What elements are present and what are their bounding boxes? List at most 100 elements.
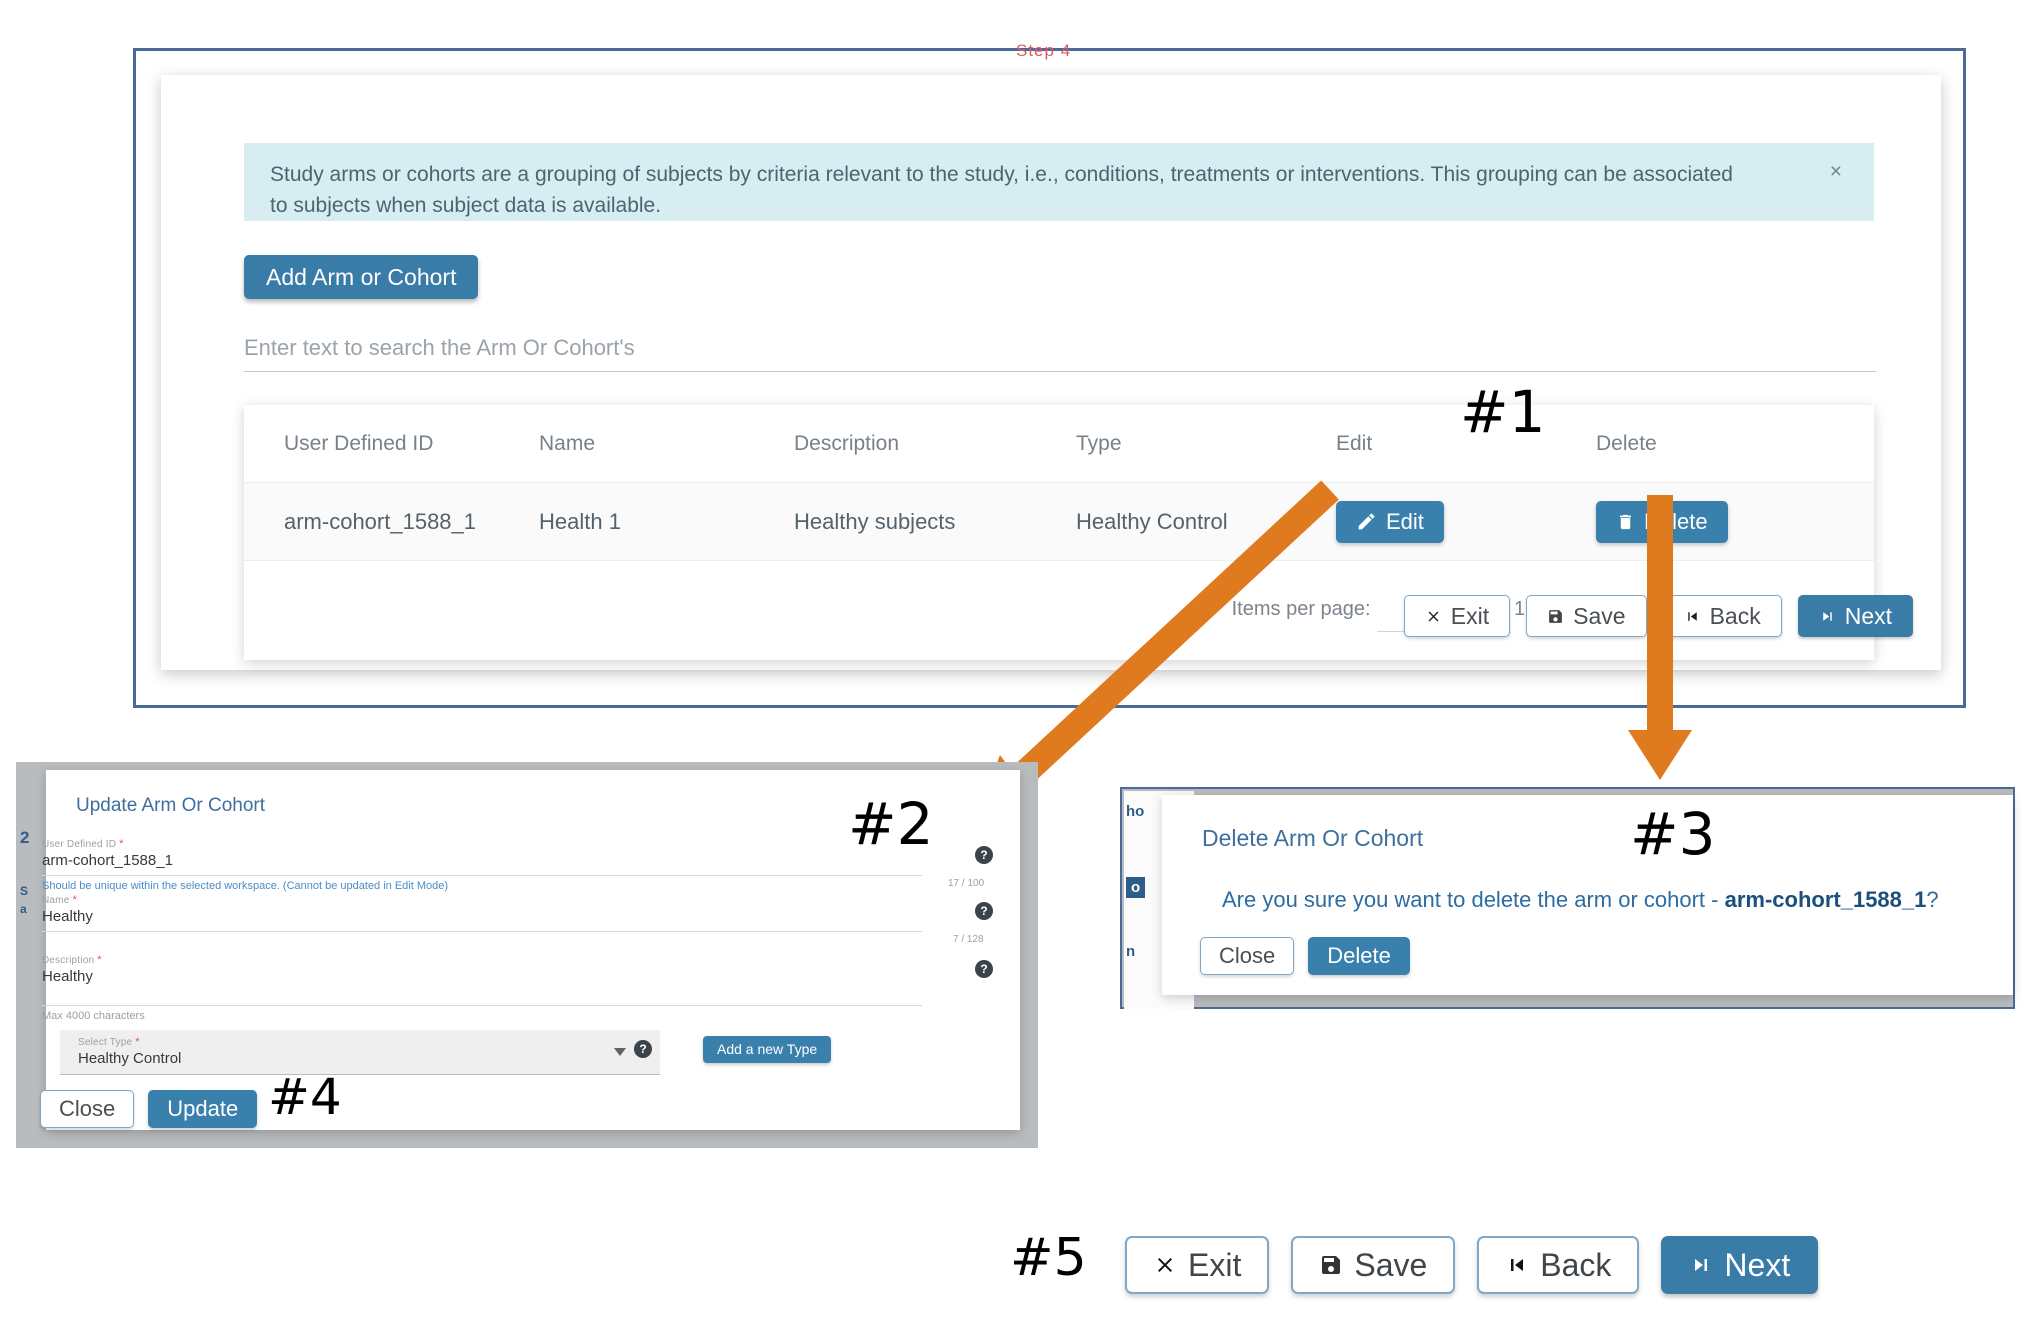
bg-fragment-1: 2 bbox=[20, 828, 30, 847]
bg-fragment-1: ho bbox=[1126, 803, 1145, 820]
delete-arm-or-cohort-dialog: Delete Arm Or Cohort Are you sure you wa… bbox=[1162, 795, 2013, 995]
bottom-exit-button[interactable]: Exit bbox=[1125, 1236, 1270, 1294]
bottom-next-label: Next bbox=[1724, 1246, 1791, 1283]
description-hint: Max 4000 characters bbox=[42, 1010, 145, 1022]
next-button[interactable]: Next bbox=[1797, 595, 1913, 637]
select-type-underline bbox=[60, 1074, 660, 1075]
bottom-save-button[interactable]: Save bbox=[1291, 1236, 1456, 1294]
save-button-label: Save bbox=[1573, 602, 1626, 629]
column-header-delete: Delete bbox=[1596, 431, 1657, 455]
delete-button-label: Delete bbox=[1644, 508, 1708, 534]
cell-name: Health 1 bbox=[539, 508, 621, 534]
main-card: Study arms or cohorts are a grouping of … bbox=[161, 75, 1941, 670]
step-label: Step 4 bbox=[1016, 41, 1072, 60]
floppy-disk-icon bbox=[1549, 609, 1562, 623]
info-banner: Study arms or cohorts are a grouping of … bbox=[244, 143, 1874, 221]
column-header-type: Type bbox=[1076, 431, 1122, 455]
bottom-next-button[interactable]: Next bbox=[1661, 1236, 1819, 1294]
table-header-row: User Defined ID Name Description Type Ed… bbox=[244, 405, 1874, 483]
help-icon[interactable]: ? bbox=[634, 1040, 652, 1058]
select-type-label: Select Type * bbox=[78, 1036, 140, 1048]
trash-icon bbox=[1619, 514, 1632, 529]
name-value[interactable]: Healthy bbox=[42, 906, 922, 925]
cell-edit: Edit bbox=[1336, 500, 1596, 543]
update-dialog-footer: Close Update bbox=[40, 1090, 258, 1128]
add-arm-or-cohort-button[interactable]: Add Arm or Cohort bbox=[244, 255, 479, 299]
bottom-button-bar: Exit Save Back Next bbox=[1125, 1236, 1819, 1294]
required-marker: * bbox=[135, 1036, 140, 1048]
delete-dialog-close-button[interactable]: Close bbox=[1200, 937, 1295, 975]
info-banner-text: Study arms or cohorts are a grouping of … bbox=[270, 163, 1733, 217]
update-dialog-close-button[interactable]: Close bbox=[40, 1090, 135, 1128]
name-field[interactable]: Name * Healthy bbox=[42, 894, 922, 932]
save-button[interactable]: Save bbox=[1526, 595, 1647, 637]
user-defined-id-field[interactable]: User Defined ID * arm-cohort_1588_1 Shou… bbox=[42, 838, 922, 892]
cell-description: Healthy subjects bbox=[794, 508, 956, 534]
edit-button-label: Edit bbox=[1386, 508, 1424, 534]
bottom-back-label: Back bbox=[1540, 1246, 1612, 1283]
bg-fragment-2: S bbox=[20, 884, 29, 898]
delete-arm-or-cohort-dialog-frame: ho o n Delete Arm Or Cohort Are you sure… bbox=[1120, 787, 2015, 1009]
exit-button-label: Exit bbox=[1450, 602, 1490, 629]
marker-3: #3 bbox=[1630, 800, 1716, 868]
user-defined-id-hint: Should be unique within the selected wor… bbox=[42, 880, 449, 892]
update-dialog-update-button[interactable]: Update bbox=[148, 1090, 258, 1128]
back-button[interactable]: Back bbox=[1662, 595, 1782, 637]
description-field[interactable]: Description * Healthy Max 4000 character… bbox=[42, 954, 922, 1022]
skip-next-icon bbox=[1695, 1259, 1708, 1271]
skip-previous-icon bbox=[1511, 1259, 1524, 1271]
cell-user-defined-id: arm-cohort_1588_1 bbox=[284, 508, 477, 534]
marker-5: #5 bbox=[1010, 1228, 1087, 1288]
delete-dialog-title: Delete Arm Or Cohort bbox=[1202, 825, 1424, 851]
pencil-icon bbox=[1358, 513, 1375, 530]
marker-2: #2 bbox=[848, 790, 934, 858]
select-type-field[interactable]: Select Type * Healthy Control bbox=[60, 1030, 660, 1074]
bottom-back-button[interactable]: Back bbox=[1477, 1236, 1640, 1294]
main-panel: Step 4 Study arms or cohorts are a group… bbox=[133, 41, 1966, 708]
user-defined-id-value[interactable]: arm-cohort_1588_1 bbox=[42, 850, 922, 869]
table-row[interactable]: arm-cohort_1588_1 Health 1 Healthy subje… bbox=[244, 483, 1874, 561]
marker-1: #1 bbox=[1460, 378, 1546, 446]
column-header-description: Description bbox=[794, 431, 900, 455]
edit-button[interactable]: Edit bbox=[1336, 500, 1444, 543]
skip-previous-icon bbox=[1687, 611, 1697, 621]
select-type-value: Healthy Control bbox=[78, 1050, 182, 1067]
help-icon[interactable]: ? bbox=[975, 960, 993, 978]
bg-fragment-3: a bbox=[20, 902, 27, 916]
required-marker: * bbox=[119, 838, 124, 850]
add-a-new-type-button[interactable]: Add a new Type bbox=[703, 1036, 832, 1063]
delete-button[interactable]: Delete bbox=[1596, 500, 1728, 543]
skip-next-icon bbox=[1822, 611, 1832, 621]
x-icon bbox=[1158, 1258, 1172, 1272]
field-underline bbox=[42, 931, 922, 932]
delete-dialog-delete-button[interactable]: Delete bbox=[1308, 937, 1410, 975]
search-field[interactable]: Enter text to search the Arm Or Cohort's bbox=[244, 335, 1876, 372]
name-label: Name * bbox=[42, 894, 77, 906]
delete-dialog-message: Are you sure you want to delete the arm … bbox=[1222, 887, 1939, 913]
cell-type: Healthy Control bbox=[1076, 508, 1228, 534]
delete-message-target: arm-cohort_1588_1 bbox=[1724, 887, 1927, 912]
items-per-page-label: Items per page: bbox=[1231, 597, 1371, 620]
column-header-name: Name bbox=[539, 431, 596, 455]
description-value[interactable]: Healthy bbox=[42, 966, 922, 985]
next-button-label: Next bbox=[1844, 602, 1892, 629]
update-dialog-title: Update Arm Or Cohort bbox=[76, 795, 266, 816]
marker-4: #4 bbox=[268, 1068, 342, 1126]
chevron-down-icon[interactable] bbox=[614, 1048, 626, 1056]
help-icon[interactable]: ? bbox=[975, 902, 993, 920]
bg-fragment-3: n bbox=[1126, 943, 1136, 960]
bottom-exit-label: Exit bbox=[1188, 1246, 1242, 1283]
help-icon[interactable]: ? bbox=[975, 846, 993, 864]
close-icon[interactable]: × bbox=[1830, 161, 1842, 182]
required-marker: * bbox=[72, 894, 77, 906]
name-counter: 7 / 128 bbox=[953, 934, 984, 945]
search-underline bbox=[244, 371, 1876, 372]
floppy-disk-icon bbox=[1322, 1256, 1341, 1274]
delete-message-prefix: Are you sure you want to delete the arm … bbox=[1222, 887, 1725, 912]
exit-button[interactable]: Exit bbox=[1403, 595, 1511, 637]
panel-footer: Exit Save Back Next bbox=[1403, 595, 1913, 637]
cell-delete: Delete bbox=[1596, 500, 1856, 543]
search-input[interactable]: Enter text to search the Arm Or Cohort's bbox=[244, 335, 1876, 371]
required-marker: * bbox=[97, 954, 102, 966]
back-button-label: Back bbox=[1709, 602, 1761, 629]
